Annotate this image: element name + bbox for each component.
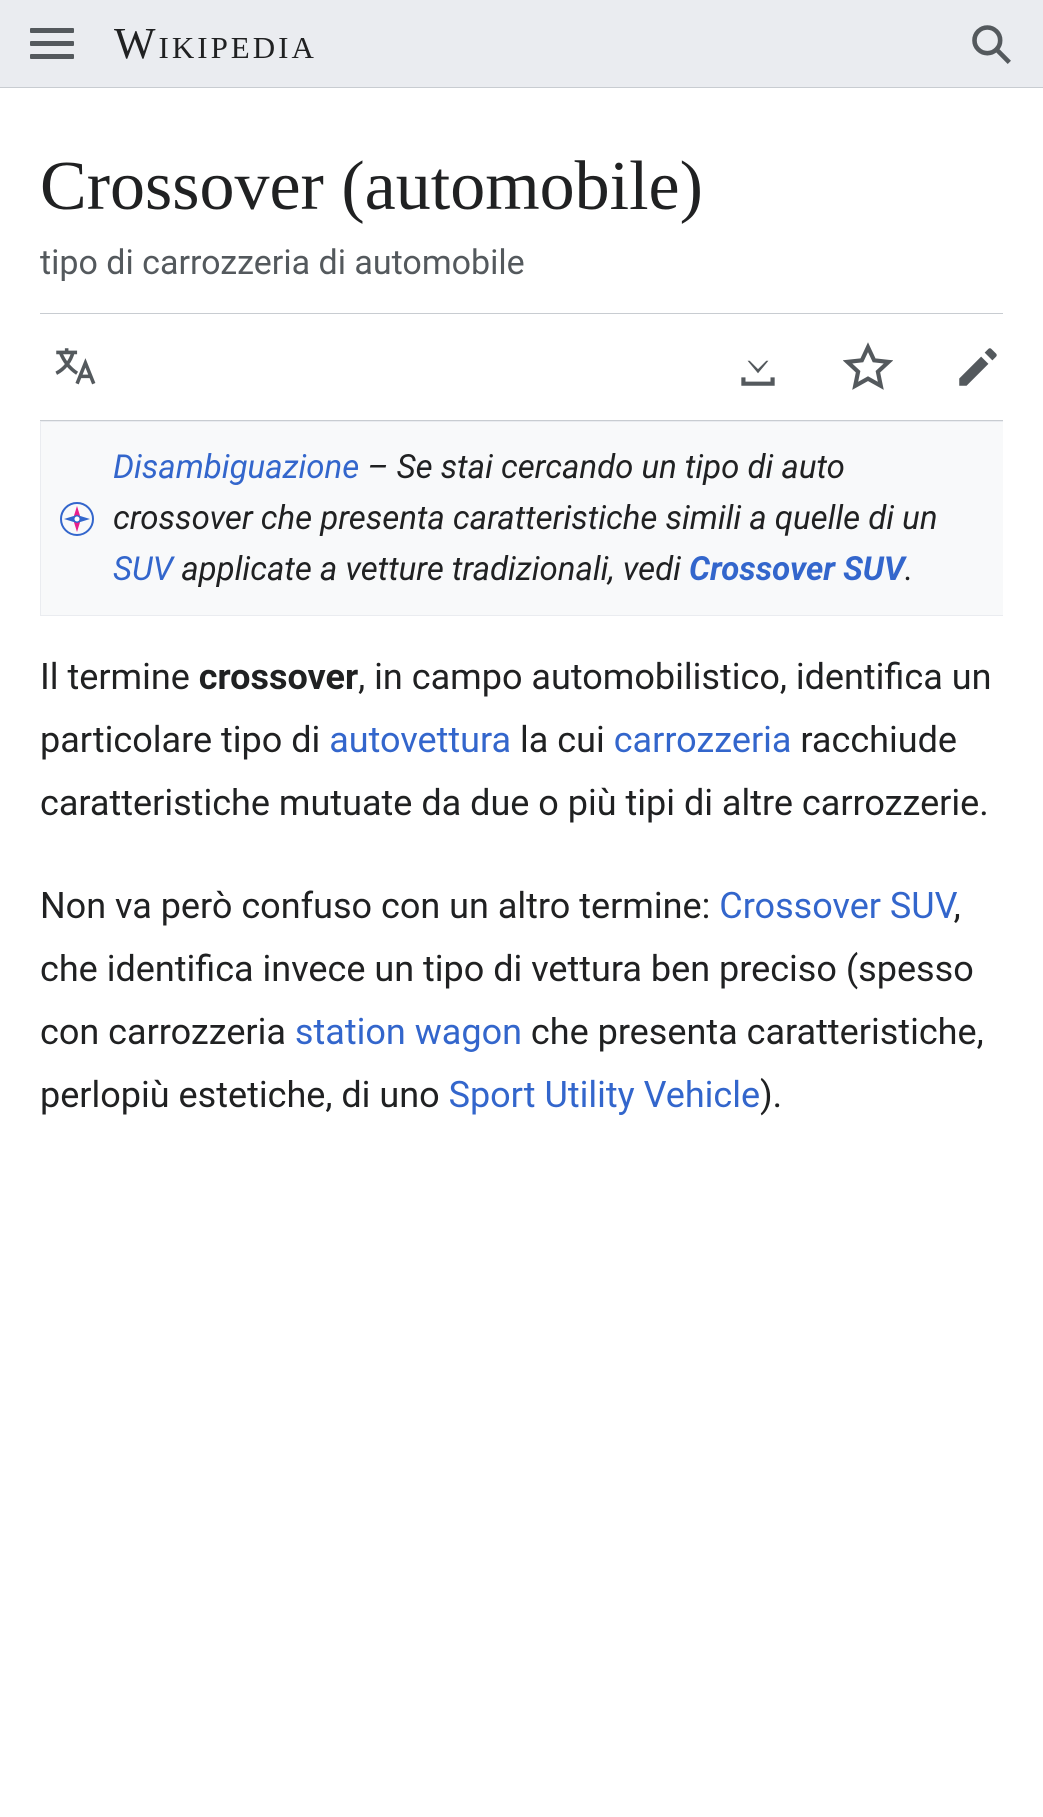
link-crossover-suv[interactable]: Crossover SUV bbox=[689, 550, 905, 589]
link-disambiguazione[interactable]: Disambiguazione bbox=[113, 448, 359, 487]
search-icon[interactable] bbox=[969, 22, 1013, 66]
term-crossover: crossover bbox=[199, 656, 358, 698]
disambiguation-note: Disambiguazione – Se stai cercando un ti… bbox=[40, 421, 1003, 616]
link-suv[interactable]: SUV bbox=[113, 550, 173, 589]
wikipedia-wordmark[interactable]: Wikipedia bbox=[114, 18, 317, 69]
link-autovettura[interactable]: autovettura bbox=[329, 719, 511, 761]
link-station-wagon[interactable]: station wagon bbox=[295, 1011, 522, 1053]
language-icon[interactable] bbox=[50, 342, 100, 392]
menu-icon[interactable] bbox=[30, 22, 74, 66]
link-carrozzeria[interactable]: carrozzeria bbox=[614, 719, 792, 761]
disambiguation-text: Disambiguazione – Se stai cercando un ti… bbox=[113, 442, 985, 595]
link-crossover-suv-2[interactable]: Crossover SUV bbox=[719, 885, 953, 927]
page-subtitle: tipo di carrozzeria di automobile bbox=[40, 243, 1003, 283]
paragraph-1: Il termine crossover, in campo automobil… bbox=[40, 646, 1003, 835]
compass-icon bbox=[59, 501, 95, 537]
header-bar: Wikipedia bbox=[0, 0, 1043, 88]
star-icon[interactable] bbox=[843, 342, 893, 392]
link-sport-utility-vehicle[interactable]: Sport Utility Vehicle bbox=[449, 1074, 761, 1116]
download-icon[interactable] bbox=[733, 342, 783, 392]
article-content: Crossover (automobile) tipo di carrozzer… bbox=[0, 88, 1043, 1207]
article-toolbar bbox=[40, 313, 1003, 421]
paragraph-2: Non va però confuso con un altro termine… bbox=[40, 875, 1003, 1127]
page-title: Crossover (automobile) bbox=[40, 148, 1003, 225]
edit-icon[interactable] bbox=[953, 342, 1003, 392]
